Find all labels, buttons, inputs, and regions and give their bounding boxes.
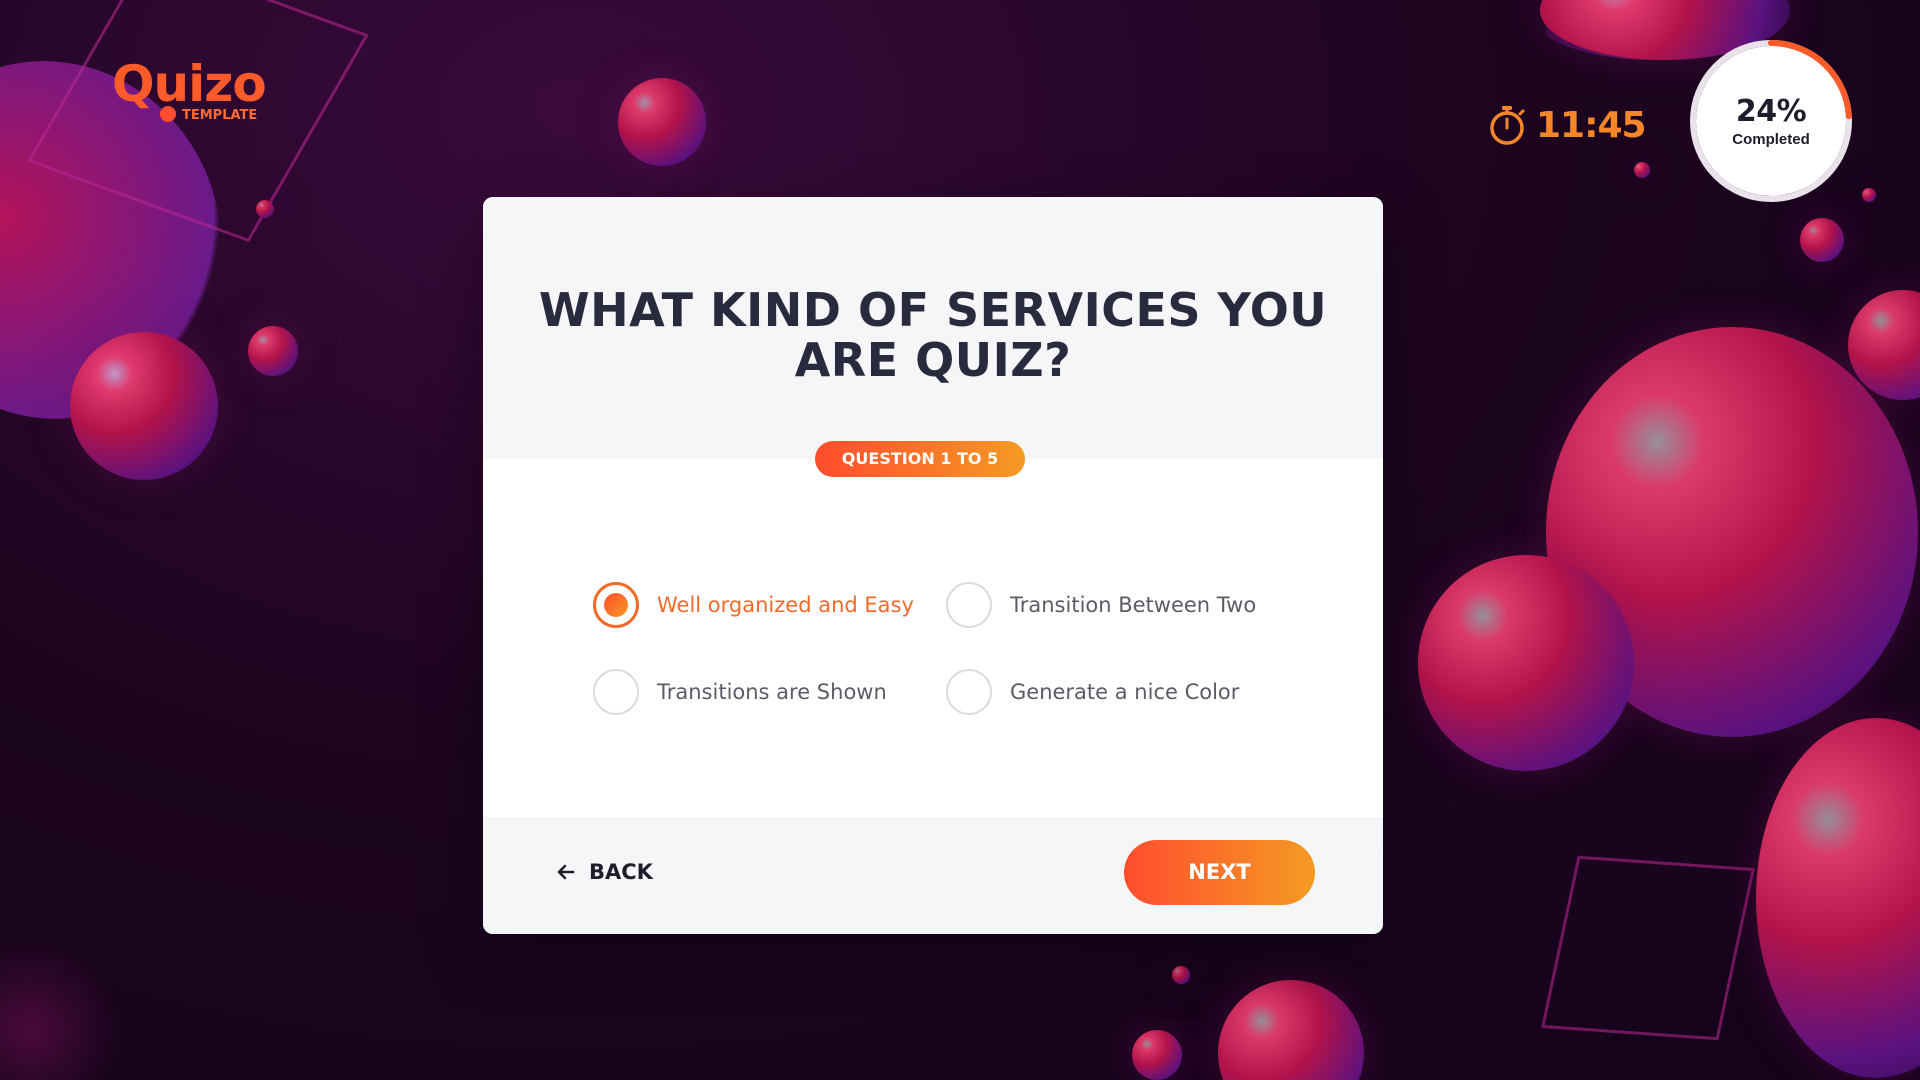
radio-icon[interactable] — [593, 669, 639, 715]
progress-percent: 24% — [1735, 94, 1807, 129]
answer-option[interactable]: Transition Between Two — [946, 582, 1256, 628]
background-sphere — [1172, 966, 1190, 984]
background-sphere — [248, 326, 298, 376]
option-label: Generate a nice Color — [1010, 680, 1240, 704]
logo-text: Quizo — [112, 55, 267, 113]
background-sphere — [618, 78, 706, 166]
next-button[interactable]: NEXT — [1124, 840, 1315, 905]
back-label: BACK — [589, 860, 653, 884]
background-sphere — [1418, 555, 1634, 771]
radio-icon[interactable] — [593, 582, 639, 628]
answer-option[interactable]: Transitions are Shown — [593, 669, 887, 715]
progress-center: 24% Completed — [1696, 46, 1846, 196]
radio-dot — [604, 593, 628, 617]
background-cube — [1541, 855, 1755, 1041]
answer-option[interactable]: Generate a nice Color — [946, 669, 1239, 715]
question-title: WHAT KIND OF SERVICES YOU ARE QUIZ? — [538, 283, 1328, 387]
quiz-card: WHAT KIND OF SERVICES YOU ARE QUIZ? QUES… — [483, 197, 1383, 934]
back-button[interactable]: BACK — [557, 860, 653, 884]
background-sphere — [1800, 218, 1844, 262]
progress-indicator: 24% Completed — [1690, 40, 1852, 202]
background-sphere — [256, 200, 274, 218]
option-label: Transitions are Shown — [657, 680, 887, 704]
option-label: Well organized and Easy — [657, 593, 914, 617]
background-sphere — [1862, 188, 1876, 202]
radio-icon[interactable] — [946, 582, 992, 628]
question-badge: QUESTION 1 TO 5 — [815, 441, 1025, 477]
option-label: Transition Between Two — [1010, 593, 1257, 617]
background-sphere — [1634, 162, 1650, 178]
logo-subtext: TEMPLATE — [182, 108, 258, 123]
radio-icon[interactable] — [946, 669, 992, 715]
progress-label: Completed — [1732, 131, 1810, 148]
quiz-timer: 11:45 — [1488, 104, 1647, 146]
background-sphere — [70, 332, 218, 480]
background-sphere — [1132, 1030, 1182, 1080]
logo-dot — [160, 106, 176, 122]
arrow-left-icon — [557, 864, 575, 880]
quizo-logo: Quizo TEMPLATE — [112, 55, 267, 126]
stopwatch-icon — [1490, 106, 1525, 145]
answer-option[interactable]: Well organized and Easy — [593, 582, 914, 628]
background-sphere — [1756, 718, 1920, 1078]
card-footer: BACK NEXT — [483, 817, 1383, 934]
card-header: WHAT KIND OF SERVICES YOU ARE QUIZ? — [483, 197, 1383, 459]
background-sphere — [1218, 980, 1364, 1080]
background-blob — [0, 940, 120, 1080]
timer-text: 11:45 — [1536, 104, 1647, 146]
